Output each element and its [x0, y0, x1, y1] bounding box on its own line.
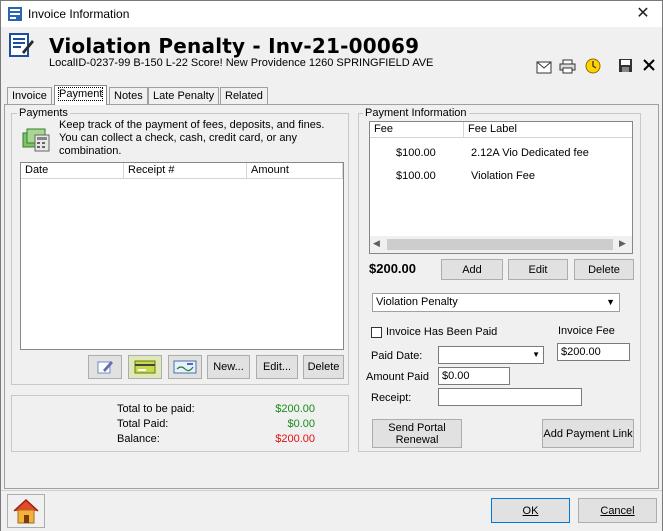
- column-fee-label[interactable]: Fee Label: [464, 122, 632, 138]
- column-amount[interactable]: Amount: [247, 163, 343, 179]
- payments-description: Keep track of the payment of fees, depos…: [59, 119, 325, 157]
- column-receipt[interactable]: Receipt #: [124, 163, 247, 179]
- fees-total: $200.00: [369, 261, 416, 276]
- payments-icon: [22, 128, 50, 152]
- fee-row-1-label[interactable]: 2.12A Vio Dedicated fee: [471, 147, 589, 159]
- invoice-fee-label: Invoice Fee: [558, 325, 615, 337]
- invoice-fee-field[interactable]: $200.00: [557, 343, 630, 361]
- tab-payment[interactable]: Payment: [54, 85, 108, 105]
- card-icon: [134, 360, 156, 374]
- invoice-type-select[interactable]: Violation Penalty ▼: [372, 293, 620, 312]
- edit-payment-text-button[interactable]: Edit...: [256, 355, 298, 379]
- paid-date-field[interactable]: ▼: [438, 346, 544, 364]
- scroll-thumb[interactable]: [387, 239, 613, 250]
- tab-related[interactable]: Related: [220, 87, 268, 104]
- receipt-label: Receipt:: [371, 392, 412, 404]
- fees-list[interactable]: Fee Fee Label $100.00 2.12A Vio Dedicate…: [369, 121, 633, 254]
- invoice-icon: [9, 33, 34, 57]
- add-fee-button[interactable]: Add: [441, 259, 503, 280]
- add-payment-link-button[interactable]: Add Payment Link: [542, 419, 634, 448]
- invoice-paid-checkbox[interactable]: [371, 327, 382, 338]
- paid-date-label: Paid Date:: [371, 350, 423, 362]
- scroll-left-arrow-icon[interactable]: ◀: [373, 238, 380, 249]
- receipt-field[interactable]: [438, 388, 582, 406]
- chevron-down-icon[interactable]: ▼: [606, 297, 615, 307]
- balance-label: Balance:: [117, 433, 160, 445]
- balance-value: $200.00: [275, 433, 315, 445]
- amount-paid-label: Amount Paid: [366, 371, 429, 383]
- tab-invoice[interactable]: Invoice: [7, 87, 52, 104]
- column-fee[interactable]: Fee: [370, 122, 464, 138]
- print-icon[interactable]: [559, 59, 576, 74]
- fee-row-1-amount[interactable]: $100.00: [396, 147, 436, 159]
- send-portal-renewal-button[interactable]: Send Portal Renewal: [372, 419, 462, 448]
- ok-button[interactable]: OK: [491, 498, 570, 523]
- total-to-be-paid-value: $200.00: [275, 403, 315, 415]
- title-bar: Invoice Information ✕: [1, 1, 662, 27]
- close-icon[interactable]: [642, 58, 656, 72]
- payments-list-header: Date Receipt # Amount: [21, 163, 343, 179]
- total-paid-value: $0.00: [287, 418, 315, 430]
- edit-payment-icon: [97, 361, 113, 374]
- fees-list-header: Fee Fee Label: [370, 122, 632, 138]
- fees-horizontal-scrollbar[interactable]: ◀ ▶: [370, 236, 632, 253]
- invoice-window: Invoice Information ✕ Violation Penalty …: [0, 0, 663, 531]
- clock-icon[interactable]: [585, 58, 601, 74]
- total-paid-label: Total Paid:: [117, 418, 169, 430]
- page-title: Violation Penalty - Inv-21-00069: [49, 34, 420, 58]
- tab-notes[interactable]: Notes: [109, 87, 148, 104]
- edit-fee-button[interactable]: Edit: [508, 259, 568, 280]
- home-icon: [13, 498, 39, 524]
- total-to-be-paid-label: Total to be paid:: [117, 403, 195, 415]
- delete-payment-button[interactable]: Delete: [303, 355, 344, 379]
- home-button[interactable]: [7, 494, 45, 528]
- check-icon: [173, 360, 197, 374]
- save-icon[interactable]: [618, 58, 633, 73]
- payment-info-group-label: Payment Information: [363, 107, 469, 119]
- payments-group-label: Payments: [17, 107, 70, 119]
- window-close-button[interactable]: ✕: [631, 4, 655, 24]
- window-title: Invoice Information: [28, 7, 130, 21]
- column-date[interactable]: Date: [21, 163, 124, 179]
- invoice-subtitle: LocalID-0237-99 B-150 L-22 Score! New Pr…: [49, 57, 434, 69]
- delete-fee-button[interactable]: Delete: [574, 259, 634, 280]
- mail-icon[interactable]: [536, 61, 552, 74]
- card-payment-button[interactable]: [128, 355, 162, 379]
- new-payment-button[interactable]: New...: [207, 355, 250, 379]
- amount-paid-field[interactable]: $0.00: [438, 367, 510, 385]
- payments-list[interactable]: Date Receipt # Amount: [20, 162, 344, 350]
- tab-late-penalty[interactable]: Late Penalty: [148, 87, 220, 104]
- scroll-right-arrow-icon[interactable]: ▶: [619, 238, 626, 249]
- fee-row-2-label[interactable]: Violation Fee: [471, 170, 535, 182]
- cancel-button[interactable]: Cancel: [578, 498, 657, 523]
- fee-row-2-amount[interactable]: $100.00: [396, 170, 436, 182]
- check-payment-button[interactable]: [168, 355, 202, 379]
- date-dropdown-chevron-down-icon[interactable]: ▼: [532, 350, 540, 359]
- invoice-paid-label[interactable]: Invoice Has Been Paid: [386, 326, 497, 338]
- app-icon: [8, 7, 22, 21]
- edit-payment-button[interactable]: [88, 355, 122, 379]
